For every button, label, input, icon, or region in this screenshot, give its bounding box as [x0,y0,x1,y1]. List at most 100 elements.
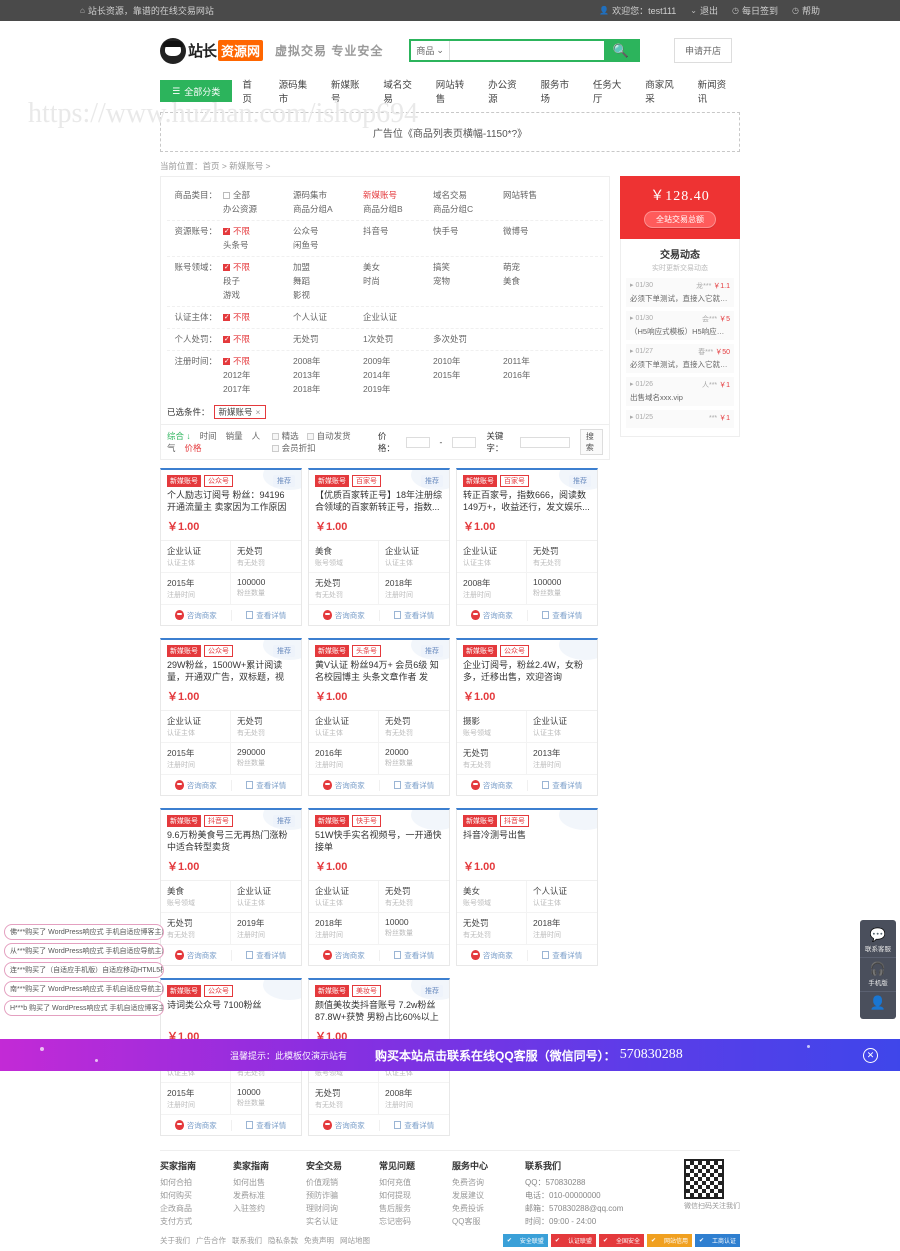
transaction-item[interactable]: ▸ 01/30 龙*** ￥1.1 必须下单测试，直接入它就支付：现支 [626,278,734,307]
filter-option-5-12[interactable]: 2019年 [363,382,433,396]
certification-badge-3[interactable]: ✔ 网站信用 [646,1234,692,1247]
filter-option-0-5[interactable]: 办公资源 [223,202,293,216]
footer-link[interactable]: QQ客服 [452,1215,525,1228]
filter-option-1-1[interactable]: 公众号 [293,224,363,238]
footer-link[interactable]: 忘记密码 [379,1215,452,1228]
card-title[interactable]: 转正百家号，指数666，阅读数149万+，收益还行，发文娱乐... [457,489,597,513]
close-icon[interactable]: ✕ [863,1047,878,1063]
transaction-item[interactable]: ▸ 01/26 人*** ￥1 出售域名xxx.vip [626,377,734,406]
filter-option-5-4[interactable]: 2011年 [503,354,573,368]
card-title[interactable]: 【优质百家转正号】18年注册综合领域的百家新转正号，指数... [309,489,449,513]
filter-option-1-2[interactable]: 抖音号 [363,224,433,238]
card-title[interactable]: 9.6万粉美食号三无再热门涨粉中适合转型卖货 [161,829,301,853]
contact-seller-button[interactable]: 咨询商家 [161,949,232,961]
filter-option-0-6[interactable]: 商品分组A [293,202,363,216]
filter-option-1-5[interactable]: 头条号 [223,238,293,252]
filter-option-5-6[interactable]: 2013年 [293,368,363,382]
bottom-link[interactable]: 隐私条款 [268,1236,298,1245]
filter-option-0-7[interactable]: 商品分组B [363,202,433,216]
view-detail-button[interactable]: 查看详情 [232,610,302,621]
search-input[interactable] [449,41,604,60]
filter-option-2-0[interactable]: 不限 [223,260,293,275]
footer-link[interactable]: 免费咨询 [452,1176,525,1189]
product-card[interactable]: 新媒账号 头条号 推荐 黄V认证 粉丝94万+ 会员6级 知名校园博主 头条文章作者 … [308,638,450,796]
filter-option-4-3[interactable]: 多次处罚 [433,332,503,346]
filter-option-1-6[interactable]: 闲鱼号 [293,238,363,252]
toggle-2[interactable]: 会员折扣 [271,442,316,454]
card-title[interactable]: 抖音冷测号出售 [457,829,597,853]
contact-seller-button[interactable]: 咨询商家 [457,779,528,791]
filter-option-2-8[interactable]: 宠物 [433,274,503,288]
filter-option-2-10[interactable]: 游戏 [223,288,293,302]
filter-option-2-11[interactable]: 影视 [293,288,363,302]
filter-option-2-2[interactable]: 美女 [363,260,433,274]
checkbox-icon[interactable] [223,261,230,275]
bottom-link[interactable]: 免责声明 [304,1236,334,1245]
view-detail-button[interactable]: 查看详情 [528,610,598,621]
filter-option-5-0[interactable]: 不限 [223,354,293,369]
logout-button[interactable]: ⌄ 退出 [690,4,718,17]
checkbox-icon[interactable] [223,192,230,199]
checkbox-icon[interactable] [306,432,314,440]
apply-shop-button[interactable]: 申请开店 [673,38,732,63]
contact-seller-button[interactable]: 咨询商家 [309,949,380,961]
filter-option-2-7[interactable]: 时尚 [363,274,433,288]
sort-option-1[interactable]: 时间 [200,431,217,441]
view-detail-button[interactable]: 查看详情 [380,780,450,791]
filter-option-5-3[interactable]: 2010年 [433,354,503,368]
footer-link[interactable]: 如何购买 [160,1189,233,1202]
filter-option-3-2[interactable]: 企业认证 [363,310,433,324]
filter-option-1-3[interactable]: 快手号 [433,224,503,238]
bottom-link[interactable]: 联系我们 [232,1236,262,1245]
contact-seller-button[interactable]: 咨询商家 [457,609,528,621]
filter-option-2-1[interactable]: 加盟 [293,260,363,274]
contact-seller-button[interactable]: 咨询商家 [161,1119,232,1131]
footer-link[interactable]: 预防诈骗 [306,1189,379,1202]
price-min-input[interactable] [405,436,430,448]
bottom-link[interactable]: 广告合作 [196,1236,226,1245]
filter-option-0-3[interactable]: 域名交易 [433,188,503,202]
view-detail-button[interactable]: 查看详情 [232,1120,302,1131]
checkbox-icon[interactable] [223,333,230,347]
bottom-link[interactable]: 关于我们 [160,1236,190,1245]
filter-search-button[interactable]: 搜索 [579,429,603,455]
view-detail-button[interactable]: 查看详情 [528,780,598,791]
card-title[interactable]: 诗词类公众号 7100粉丝 [161,999,301,1023]
filter-option-2-6[interactable]: 舞蹈 [293,274,363,288]
filter-option-5-10[interactable]: 2017年 [223,382,293,396]
filter-option-2-3[interactable]: 搞笑 [433,260,503,274]
selected-filter-tag[interactable]: 新媒账号 × [213,405,266,419]
view-detail-button[interactable]: 查看详情 [380,610,450,621]
nav-item-5[interactable]: 办公资源 [478,77,530,105]
bottom-link[interactable]: 网站地图 [340,1236,370,1245]
contact-seller-button[interactable]: 咨询商家 [309,1119,380,1131]
footer-link[interactable]: 企改商品 [160,1202,233,1215]
price-max-input[interactable] [452,436,477,448]
filter-option-3-1[interactable]: 个人认证 [293,310,363,324]
dock-item-1[interactable]: 🎧 手机版 [860,958,896,992]
view-detail-button[interactable]: 查看详情 [232,950,302,961]
nav-item-8[interactable]: 商家风采 [635,77,687,105]
nav-item-1[interactable]: 源码集市 [269,77,321,105]
contact-seller-button[interactable]: 咨询商家 [309,609,380,621]
contact-seller-button[interactable]: 咨询商家 [161,609,232,621]
product-card[interactable]: 新媒账号 抖音号 抖音冷测号出售 ￥1.00 美女 账号领域 个人认证 认证主体 无处罚 有无处罚… [456,808,598,966]
nav-item-9[interactable]: 新闻资讯 [688,77,740,105]
sort-option-2[interactable]: 销量 [226,431,243,441]
nav-item-6[interactable]: 服务市场 [530,77,582,105]
footer-link[interactable]: 支付方式 [160,1215,233,1228]
certification-badge-2[interactable]: ✔ 全国安全 [598,1234,644,1247]
breadcrumb[interactable]: 当前位置：首页 > 新媒账号 > [160,160,740,172]
footer-link[interactable]: 理财问询 [306,1202,379,1215]
daily-signin-button[interactable]: ◷ 每日签到 [732,4,778,17]
product-card[interactable]: 新媒账号 抖音号 推荐 9.6万粉美食号三无再热门涨粉中适合转型卖货 ￥1.00 美食 账号… [160,808,302,966]
contact-seller-button[interactable]: 咨询商家 [457,949,528,961]
ad-banner-slot[interactable]: 广告位《商品列表页横幅-1150*?》 [160,112,740,152]
footer-link[interactable]: 如何出售 [233,1176,306,1189]
filter-option-0-4[interactable]: 网站转售 [503,188,573,202]
footer-link[interactable]: 发费标准 [233,1189,306,1202]
filter-option-0-2[interactable]: 新媒账号 [363,188,433,202]
nav-item-7[interactable]: 任务大厅 [583,77,635,105]
filter-option-5-5[interactable]: 2012年 [223,368,293,382]
checkbox-icon[interactable] [223,225,230,239]
